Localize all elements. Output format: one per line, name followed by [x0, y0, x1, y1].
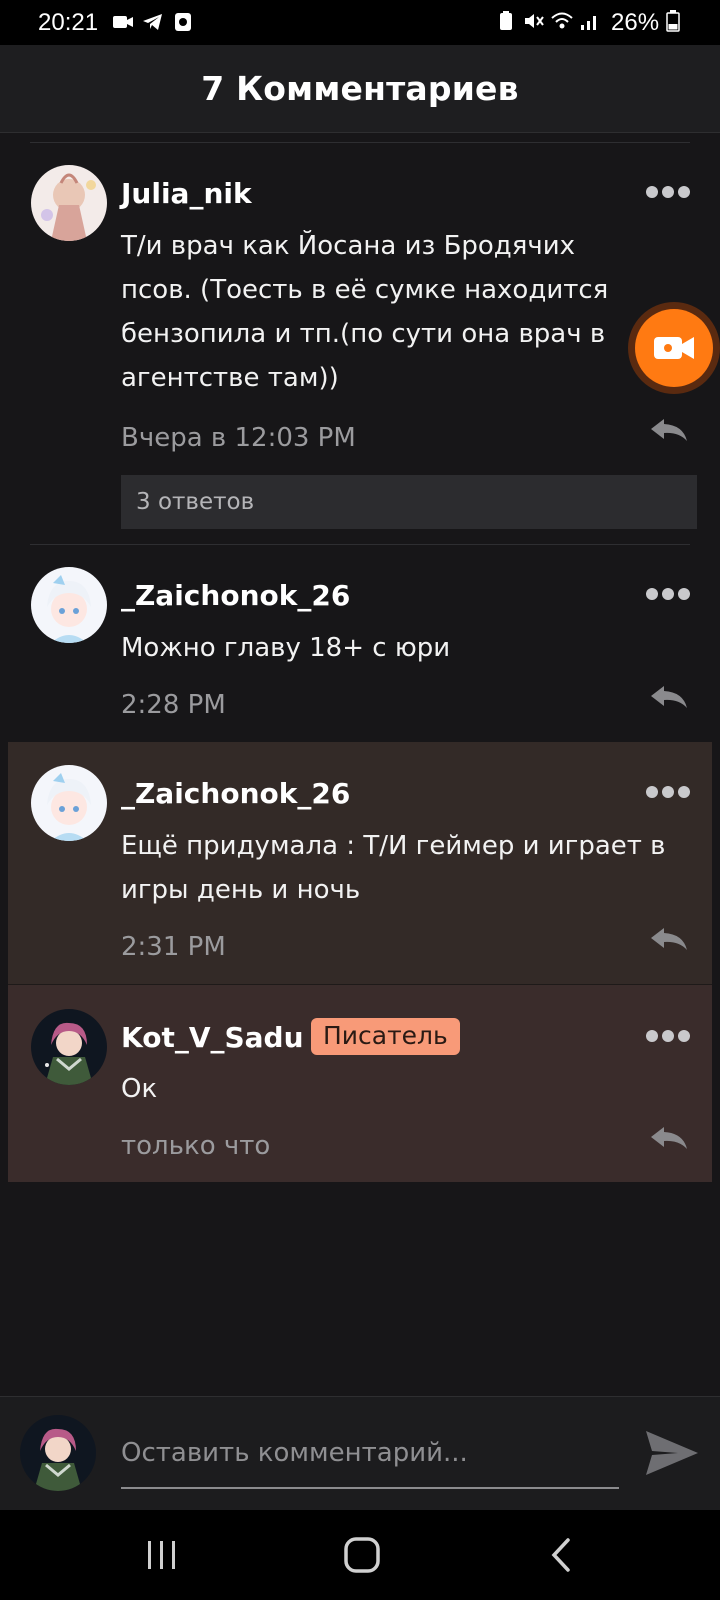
comment-username[interactable]: Kot_V_Sadu: [121, 1021, 304, 1054]
comment-timestamp: только что: [121, 1131, 271, 1161]
app-notification-icon: [175, 13, 191, 31]
comment-input-bar: [0, 1396, 720, 1510]
system-nav-bar: [0, 1510, 720, 1600]
record-button-inner: [635, 309, 713, 387]
notification-icons: [112, 12, 194, 32]
replies-count: 3 ответов: [136, 489, 255, 515]
status-bar: 20:21 26%: [0, 0, 720, 45]
reply-icon[interactable]: [649, 417, 689, 443]
battery-icon: [665, 10, 680, 32]
comment-username[interactable]: _Zaichonok_26: [121, 579, 350, 612]
comment-timestamp: 2:28 PM: [121, 690, 226, 720]
telegram-icon: [143, 14, 162, 30]
comment-username[interactable]: Julia_nik: [121, 177, 252, 210]
battery-percent: 26%: [611, 9, 680, 37]
wifi-icon: [551, 12, 573, 29]
system-icons: [495, 11, 601, 31]
comment-text: Ок: [121, 1074, 158, 1104]
my-avatar: [20, 1415, 96, 1491]
comment-text: Ещё придумала : Т/И геймер и играет в иг…: [121, 831, 666, 905]
comment-item: _Zaichonok_26 Ещё придумала : Т/И геймер…: [8, 742, 712, 984]
comment-username[interactable]: _Zaichonok_26: [121, 777, 350, 810]
back-icon[interactable]: [540, 1537, 584, 1573]
reply-icon[interactable]: [649, 1125, 689, 1151]
comment-input[interactable]: [121, 1419, 619, 1487]
avatar[interactable]: [31, 567, 107, 643]
writer-badge: Писатель: [311, 1018, 460, 1055]
view-replies-button[interactable]: 3 ответов: [121, 475, 697, 529]
reply-icon[interactable]: [649, 926, 689, 952]
record-video-button[interactable]: [628, 302, 720, 394]
more-options-icon[interactable]: [644, 1026, 692, 1046]
mute-icon: [525, 14, 544, 28]
comment-item: Kot_V_Sadu Писатель Ок только что: [8, 985, 712, 1182]
video-notification-icon: [113, 16, 133, 28]
comment-timestamp: Вчера в 12:03 PM: [121, 423, 356, 453]
more-options-icon[interactable]: [644, 584, 692, 604]
more-options-icon[interactable]: [644, 182, 692, 202]
comment-field: [121, 1419, 619, 1489]
comment-text: Можно главу 18+ с юри: [121, 633, 451, 663]
signal-icon: [581, 16, 596, 30]
header: 7 Комментариев: [0, 45, 720, 133]
home-icon[interactable]: [340, 1537, 384, 1573]
recent-apps-icon[interactable]: [140, 1537, 184, 1573]
avatar[interactable]: [31, 165, 107, 241]
comment-text: Т/и врач как Йосана из Бродячих псов. (Т…: [121, 231, 609, 393]
video-camera-icon: [654, 337, 694, 359]
comments-screen: 20:21 26% 7 Комментариев Julia_nik Т/и в…: [0, 0, 720, 1600]
battery-saver-icon: [500, 11, 512, 30]
comment-timestamp: 2:31 PM: [121, 932, 226, 962]
page-title: 7 Комментариев: [201, 69, 519, 108]
comment-item: _Zaichonok_26 Можно главу 18+ с юри 2:28…: [0, 544, 720, 742]
reply-icon[interactable]: [649, 684, 689, 710]
avatar[interactable]: [31, 765, 107, 841]
status-time: 20:21: [38, 9, 99, 36]
avatar[interactable]: [31, 1009, 107, 1085]
battery-value: 26%: [611, 9, 660, 36]
send-icon[interactable]: [644, 1427, 700, 1479]
more-options-icon[interactable]: [644, 782, 692, 802]
